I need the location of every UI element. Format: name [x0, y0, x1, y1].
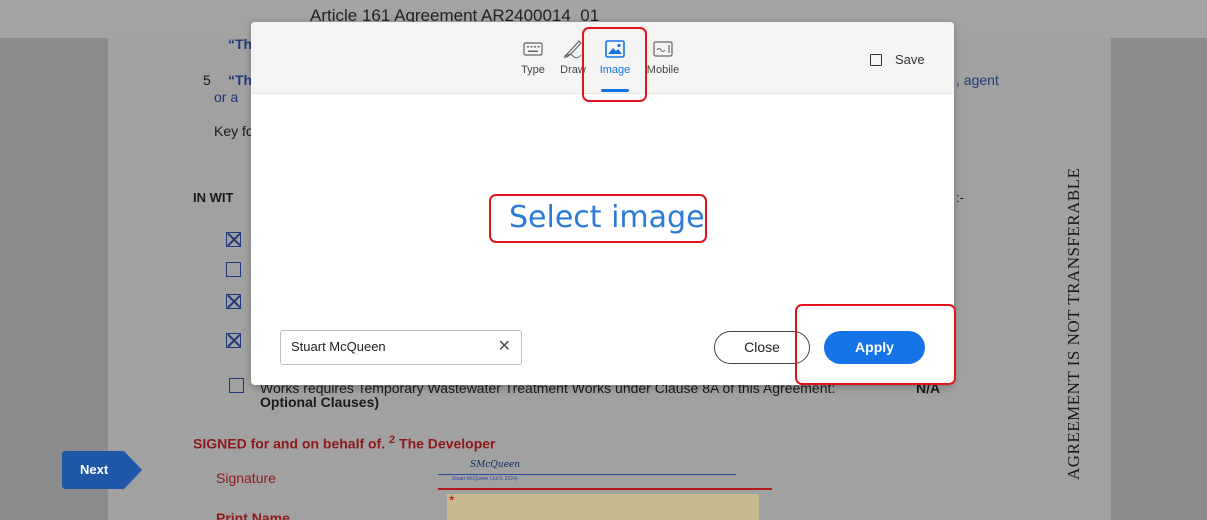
close-icon[interactable]: ✕ — [498, 339, 511, 355]
tab-type[interactable]: Type — [516, 38, 550, 76]
doc-optional-clauses: Optional Clauses) — [260, 394, 380, 410]
keyboard-icon — [523, 42, 543, 56]
doc-print-name-label: Print Name — [216, 510, 290, 520]
save-signature-label[interactable]: Save — [895, 52, 925, 67]
doc-witness-right: :- — [956, 190, 964, 205]
next-field-button[interactable]: Next — [62, 451, 142, 489]
doc-checkbox-3 — [226, 294, 241, 309]
tab-image[interactable]: Image — [595, 38, 635, 76]
doc-signature-script: SMcQueen — [470, 460, 521, 470]
doc-item-number: 5 — [203, 72, 211, 88]
pen-icon — [563, 40, 582, 59]
signer-name-field[interactable]: ✕ — [280, 330, 522, 365]
doc-item5-text: “Th — [228, 72, 253, 88]
tab-mobile[interactable]: Mobile — [643, 38, 683, 76]
save-signature-checkbox[interactable] — [870, 54, 882, 66]
doc-checkbox-4 — [226, 333, 241, 348]
doc-vertical-notice: AGREEMENT IS NOT TRANSFERABLE — [1064, 167, 1083, 481]
tab-type-label: Type — [521, 64, 545, 76]
active-tab-indicator — [601, 89, 629, 92]
signature-dialog: Type Draw Image Mobile Save Select image… — [251, 22, 954, 385]
doc-signature-underline — [438, 488, 772, 490]
apply-button[interactable]: Apply — [824, 331, 925, 364]
doc-witness-text: IN WIT — [193, 190, 234, 205]
doc-signature-label: Signature — [216, 470, 276, 486]
doc-signature-line — [438, 474, 736, 475]
viewer-right-margin — [1111, 0, 1207, 520]
signature-method-bar: Type Draw Image Mobile Save — [251, 22, 954, 94]
select-image-button[interactable]: Select image — [509, 200, 705, 235]
close-button[interactable]: Close — [714, 331, 810, 364]
tab-draw-label: Draw — [560, 64, 586, 76]
doc-checkbox-1 — [226, 232, 241, 247]
mobile-icon — [653, 41, 673, 57]
doc-signed-party: The Developer — [399, 435, 496, 452]
next-field-label: Next — [80, 462, 109, 477]
doc-checkbox-5 — [229, 378, 244, 393]
doc-item5-cont: or a — [214, 89, 239, 105]
doc-quote-line: “Th — [228, 36, 253, 52]
doc-checkbox-2 — [226, 262, 241, 277]
doc-signed-label: SIGNED for and on behalf of. — [193, 435, 386, 452]
doc-signed-sup: 2 — [389, 434, 396, 446]
viewer-left-margin — [0, 0, 108, 520]
doc-signed-text: SIGNED for and on behalf of. 2 The Devel… — [193, 434, 496, 452]
doc-print-name-field[interactable] — [447, 494, 759, 520]
doc-signature-caption: Stuart McQueen (Jul 9, 2024) — [452, 476, 518, 482]
tab-mobile-label: Mobile — [646, 64, 680, 76]
doc-key-text: Key fo — [214, 123, 254, 139]
image-icon — [605, 40, 625, 58]
tab-image-label: Image — [599, 64, 631, 76]
tab-draw[interactable]: Draw — [555, 38, 591, 76]
doc-item5-right: , agent — [956, 72, 999, 88]
signer-name-input[interactable] — [291, 339, 491, 354]
required-asterisk-icon: * — [449, 492, 455, 508]
